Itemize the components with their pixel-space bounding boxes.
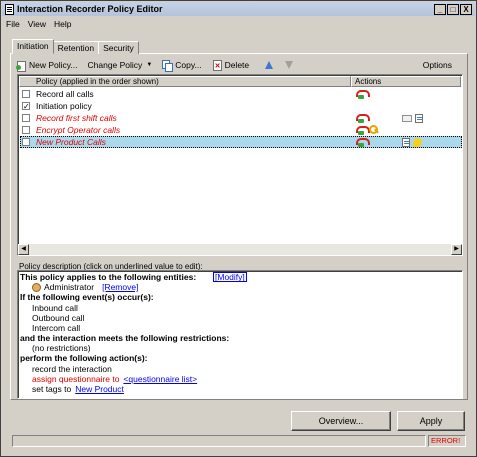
- window-title: Interaction Recorder Policy Editor: [17, 4, 163, 14]
- toolbar: New Policy... Change Policy ▼ Copy... De…: [16, 58, 462, 72]
- action-record: record the interaction: [32, 364, 112, 374]
- tab-initiation[interactable]: Initiation: [12, 39, 54, 54]
- minimize-button[interactable]: _: [434, 3, 446, 15]
- policy-name: Encrypt Operator calls: [36, 125, 121, 135]
- event-item: Intercom call: [32, 323, 81, 333]
- mail-icon: [402, 114, 412, 122]
- menu-file[interactable]: File: [2, 19, 24, 29]
- note-icon: [415, 113, 423, 123]
- scroll-right-icon[interactable]: ▶: [451, 244, 462, 255]
- enable-checkbox[interactable]: [22, 138, 30, 146]
- options-button[interactable]: Options: [423, 60, 452, 70]
- entity-name: Administrator: [44, 282, 95, 292]
- remove-link[interactable]: [Remove]: [102, 282, 138, 292]
- enable-checkbox[interactable]: [22, 126, 30, 134]
- scroll-left-icon[interactable]: ◀: [18, 244, 29, 255]
- policy-name: Record first shift calls: [36, 113, 117, 123]
- modify-link[interactable]: [Modify]: [213, 272, 247, 282]
- list-item[interactable]: ✓ Initiation policy: [20, 100, 462, 112]
- phone-icon: [356, 89, 370, 99]
- phone-icon: [356, 137, 370, 147]
- app-icon: [5, 3, 14, 15]
- maximize-button[interactable]: □: [447, 3, 459, 15]
- close-button[interactable]: X: [460, 3, 472, 15]
- events-heading: If the following event(s) occur(s):: [20, 292, 154, 302]
- policy-name: Record all calls: [36, 89, 94, 99]
- phone-icon: [356, 125, 370, 135]
- actions-heading: perform the following action(s):: [20, 353, 148, 363]
- tab-security[interactable]: Security: [98, 41, 139, 54]
- policy-name: New Product Calls: [36, 137, 106, 147]
- menu-bar: File View Help: [2, 17, 75, 31]
- tags-link[interactable]: New Product: [75, 384, 124, 394]
- delete-label: Delete: [224, 60, 250, 70]
- list-item[interactable]: New Product Calls: [20, 136, 462, 148]
- new-policy-label: New Policy...: [29, 60, 78, 70]
- user-icon: [32, 282, 41, 292]
- phone-icon: [356, 113, 370, 123]
- move-up-icon[interactable]: [265, 61, 274, 69]
- delete-button[interactable]: Delete: [212, 60, 250, 71]
- applies-to-heading: This policy applies to the following ent…: [20, 272, 247, 282]
- chevron-down-icon: ▼: [146, 62, 153, 68]
- change-policy-dropdown[interactable]: Change Policy ▼: [88, 60, 153, 70]
- copy-icon: [162, 60, 174, 72]
- policy-name: Initiation policy: [36, 101, 92, 111]
- entity-line: Administrator [Remove]: [32, 282, 138, 292]
- delete-icon: [212, 60, 222, 71]
- policy-list: Policy (applied in the order shown) Acti…: [17, 74, 463, 256]
- menu-help[interactable]: Help: [50, 19, 75, 29]
- actions-column-header[interactable]: Actions: [351, 76, 461, 87]
- restrictions-heading: and the interaction meets the following …: [20, 333, 230, 343]
- apply-button[interactable]: Apply: [397, 411, 465, 431]
- tag-icon: [413, 137, 422, 147]
- status-text-area: [12, 435, 426, 447]
- menu-view[interactable]: View: [24, 19, 50, 29]
- error-status: ERROR!: [428, 435, 466, 447]
- title-bar: Interaction Recorder Policy Editor _ □ X: [2, 2, 475, 16]
- action-questionnaire: assign questionnaire to <questionnaire l…: [32, 374, 198, 384]
- enable-checkbox[interactable]: [22, 114, 30, 122]
- note-icon: [402, 137, 410, 147]
- key-icon: [369, 125, 379, 135]
- questionnaire-link[interactable]: <questionnaire list>: [123, 374, 197, 384]
- list-header: Policy (applied in the order shown) Acti…: [19, 76, 462, 87]
- policy-column-header[interactable]: Policy (applied in the order shown): [19, 76, 351, 87]
- tab-retention[interactable]: Retention: [52, 41, 100, 54]
- list-item[interactable]: Encrypt Operator calls: [20, 124, 462, 136]
- policy-description: This policy applies to the following ent…: [17, 270, 463, 399]
- new-policy-button[interactable]: New Policy...: [16, 60, 78, 72]
- list-item[interactable]: Record first shift calls: [20, 112, 462, 124]
- new-policy-icon: [16, 60, 26, 72]
- horizontal-scrollbar[interactable]: ◀ ▶: [18, 244, 462, 255]
- list-item[interactable]: Record all calls: [20, 88, 462, 100]
- copy-button[interactable]: Copy...: [162, 60, 202, 72]
- overview-button[interactable]: Overview...: [291, 411, 391, 431]
- copy-label: Copy...: [175, 60, 202, 70]
- event-item: Inbound call: [32, 303, 78, 313]
- action-tags: set tags to New Product: [32, 384, 124, 394]
- tab-strip: Initiation Retention Security: [12, 39, 139, 54]
- change-policy-label: Change Policy: [87, 60, 143, 70]
- move-down-icon[interactable]: [285, 61, 294, 69]
- event-item: Outbound call: [32, 313, 85, 323]
- restrictions-value: (no restrictions): [32, 343, 91, 353]
- enable-checkbox[interactable]: [22, 90, 30, 98]
- enable-checkbox[interactable]: ✓: [22, 102, 30, 111]
- status-bar: ERROR!: [12, 435, 466, 447]
